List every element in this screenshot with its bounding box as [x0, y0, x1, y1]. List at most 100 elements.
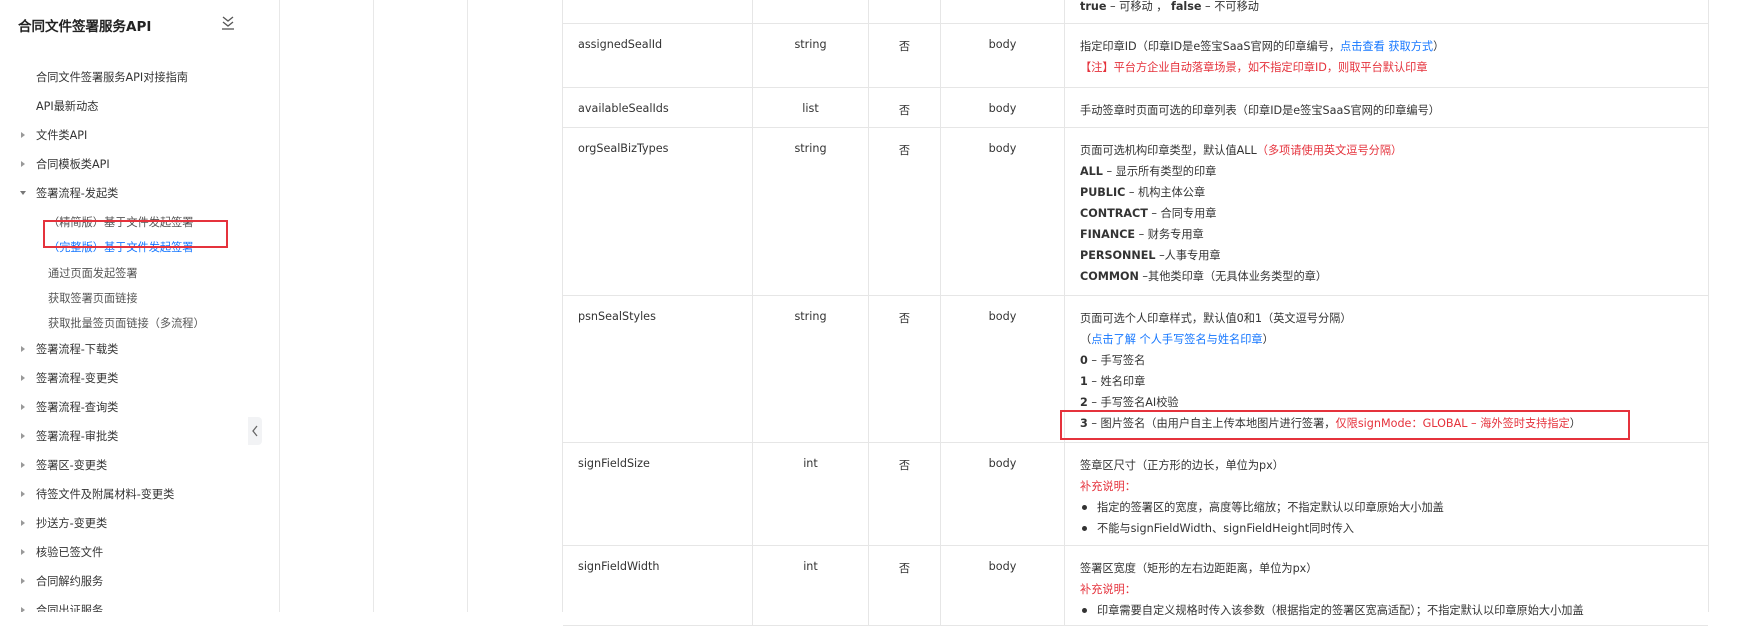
description-text: 页面可选机构印章类型，默认值ALL [1080, 144, 1257, 157]
param-location-cell: body [941, 296, 1065, 442]
param-name-cell: assignedSealId [563, 24, 753, 87]
description-text: 印章需要自定义规格时传入该参数（根据指定的签署区宽高适配）；不指定默认以印章原始… [1097, 604, 1584, 617]
table-row: signFieldSize int 否 body 签章区尺寸（正方形的边长，单位为px）… [563, 443, 1708, 546]
description-text: ） [1569, 417, 1581, 430]
sidebar-subitem[interactable]: （完整版）基于文件发起签署 [0, 234, 248, 258]
sidebar-item[interactable]: API最新动态 [0, 93, 248, 117]
param-name-cell: signFieldSize [563, 443, 753, 545]
caret-right-icon [19, 401, 27, 410]
description-line: 1 – 姓名印章 [1080, 373, 1145, 389]
sidebar-item-label: 合同出证服务 [36, 604, 104, 612]
sidebar-item[interactable]: 签署流程-审批类 [0, 423, 248, 447]
sidebar-item-label: 获取批量签页面链接（多流程） [48, 317, 205, 330]
sidebar-item[interactable]: 合同文件签署服务API对接指南 [0, 64, 248, 88]
description-text: – 手写签名AI校验 [1087, 396, 1179, 409]
description-text: ） [1433, 40, 1445, 53]
description-line: true – 可移动 ， false – 不可移动 [1080, 0, 1259, 14]
param-required-cell-text: 否 [898, 312, 911, 325]
table-row: assignedSealId string 否 body 指定印章ID（印章ID是e签宝… [563, 24, 1708, 88]
description-line: 【注】平台方企业自动落章场景，如不指定印章ID，则取平台默认印章 [1080, 59, 1428, 75]
param-description-cell: 手动签章时页面可选的印章列表（印章ID是e签宝SaaS官网的印章编号） [1065, 88, 1708, 127]
caret-right-icon [19, 488, 27, 497]
table-row: psnSealStyles string 否 body 页面可选个人印章样式，默认值0和… [563, 296, 1708, 443]
caret-right-icon [19, 430, 27, 439]
param-name-cell-text: assignedSealId [578, 38, 663, 51]
collapse-all-icon[interactable] [221, 15, 235, 31]
description-text: – 显示所有类型的印章 [1102, 165, 1217, 178]
param-type-cell-text: int [803, 560, 818, 573]
param-type-cell: string [753, 24, 869, 87]
caret-right-icon [19, 158, 27, 167]
description-text: 手动签章时页面可选的印章列表（印章ID是e签宝SaaS官网的印章编号） [1080, 104, 1440, 117]
description-bullet: 不能与signFieldWidth、signFieldHeight同时传入 [1080, 520, 1354, 536]
sidebar-item[interactable]: 合同解约服务 [0, 568, 248, 592]
description-text: 指定的签署区的宽度，高度等比缩放；不指定默认以印章原始大小加盖 [1097, 501, 1444, 514]
param-required-cell: 否 [869, 128, 941, 295]
param-required-cell-text: 否 [898, 459, 911, 472]
sidebar-subitem[interactable]: 获取批量签页面链接（多流程） [0, 310, 248, 334]
caret-right-icon [19, 129, 27, 138]
sidebar-item[interactable]: 签署区-变更类 [0, 452, 248, 476]
chevron-left-icon [252, 425, 258, 437]
param-required-cell: 否 [869, 296, 941, 442]
value-code: 1 [1080, 375, 1088, 388]
param-required-cell-text: 否 [898, 104, 911, 117]
param-name-cell-text: signFieldWidth [578, 560, 660, 573]
caret-down-icon [19, 187, 27, 195]
sidebar-item[interactable]: 抄送方-变更类 [0, 510, 248, 534]
sidebar-item-label: 签署区-变更类 [36, 459, 108, 472]
sidebar-item[interactable]: 待签文件及附属材料-变更类 [0, 481, 248, 505]
description-line: 0 – 手写签名 [1080, 352, 1145, 368]
doc-link[interactable]: 点击查看 获取方式 [1340, 40, 1433, 53]
sidebar-title: 合同文件签署服务API [18, 19, 152, 35]
param-name-cell [563, 0, 753, 23]
sidebar-subitem[interactable]: 通过页面发起签署 [0, 260, 248, 284]
column-divider [279, 0, 280, 612]
sidebar-item[interactable]: 签署流程-查询类 [0, 394, 248, 418]
description-text: ） [1262, 333, 1274, 346]
description-text: – 可移动 ， [1106, 0, 1171, 13]
param-type-cell: string [753, 296, 869, 442]
sidebar-item[interactable]: 签署流程-下载类 [0, 336, 248, 360]
sidebar-toggle-button[interactable] [248, 417, 262, 445]
table-row: true – 可移动 ， false – 不可移动 [563, 0, 1708, 24]
description-line: 2 – 手写签名AI校验 [1080, 394, 1179, 410]
sidebar-item[interactable]: 合同模板类API [0, 151, 248, 175]
param-type-cell: list [753, 88, 869, 127]
sidebar-item-label: 签署流程-下载类 [36, 343, 119, 356]
value-code: 2 [1080, 396, 1088, 409]
doc-link[interactable]: 点击了解 个人手写签名与姓名印章 [1091, 333, 1262, 346]
value-code: PUBLIC [1080, 186, 1126, 199]
sidebar-item[interactable]: 签署流程-发起类 [0, 180, 248, 204]
sidebar-item[interactable]: 签署流程-变更类 [0, 365, 248, 389]
param-type-cell-text: list [802, 102, 819, 115]
param-description-cell: true – 可移动 ， false – 不可移动 [1065, 0, 1708, 23]
description-line: 页面可选机构印章类型，默认值ALL（多项请使用英文逗号分隔） [1080, 142, 1402, 158]
sidebar-item-label: 签署流程-变更类 [36, 372, 119, 385]
param-name-cell: psnSealStyles [563, 296, 753, 442]
param-location-cell: body [941, 88, 1065, 127]
value-code: PERSONNEL [1080, 249, 1156, 262]
param-name-cell-text: psnSealStyles [578, 310, 656, 323]
param-location-cell: body [941, 128, 1065, 295]
description-text: –其他类印章（无具体业务类型的章） [1138, 270, 1328, 283]
sidebar-item[interactable]: 文件类API [0, 122, 248, 146]
sidebar-subitem[interactable]: （精简版）基于文件发起签署 [0, 209, 248, 233]
sidebar-subitem[interactable]: 获取签署页面链接 [0, 285, 248, 309]
param-required-cell: 否 [869, 546, 941, 625]
warning-note: 仅限signMode：GLOBAL – 海外签时支持指定 [1335, 417, 1570, 430]
param-type-cell-text: int [803, 457, 818, 470]
param-type-cell: string [753, 128, 869, 295]
value-code: false [1171, 0, 1202, 13]
caret-right-icon [19, 459, 27, 468]
param-description-cell: 页面可选机构印章类型，默认值ALL（多项请使用英文逗号分隔） ALL – 显示所有… [1065, 128, 1708, 295]
value-code: true [1080, 0, 1107, 13]
sidebar-item[interactable]: 核验已签文件 [0, 539, 248, 563]
param-description-cell: 签署区宽度（矩形的左右边距距离，单位为px） 补充说明： 印章需要自定义规格时传入该… [1065, 546, 1708, 625]
value-code: 0 [1080, 354, 1088, 367]
param-location-cell: body [941, 443, 1065, 545]
warning-note: 【注】平台方企业自动落章场景，如不指定印章ID，则取平台默认印章 [1080, 61, 1428, 74]
caret-right-icon [19, 546, 27, 555]
sidebar-item[interactable]: 合同出证服务 [0, 597, 248, 612]
param-name-cell-text: signFieldSize [578, 457, 650, 470]
